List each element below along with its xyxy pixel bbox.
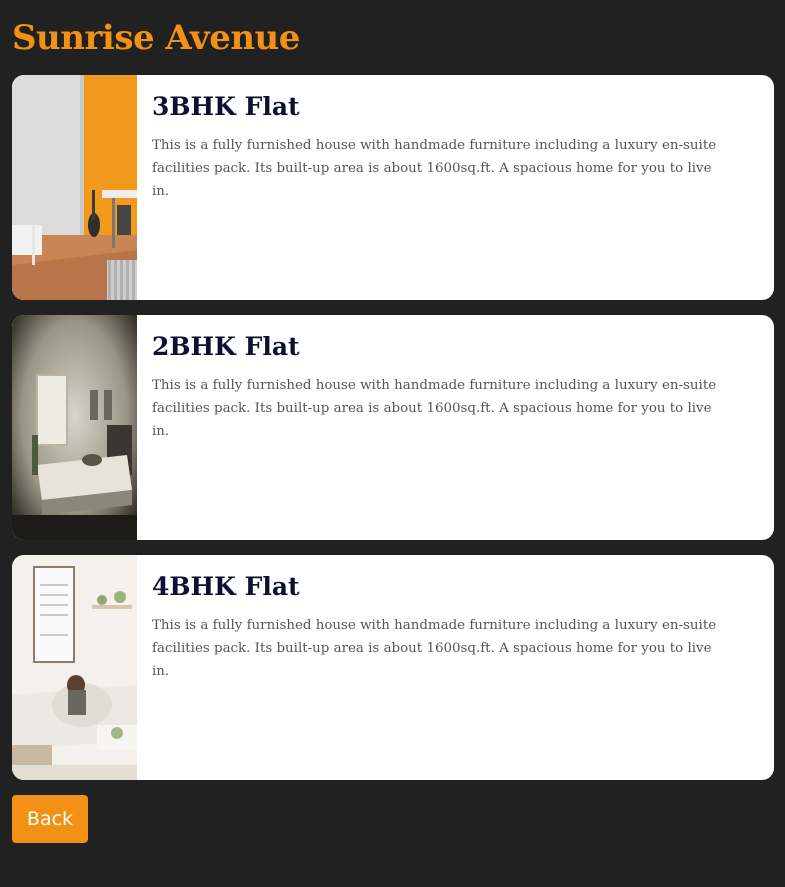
page-title: Sunrise Avenue bbox=[12, 18, 300, 58]
bedroom-photo bbox=[12, 315, 137, 540]
listing-description: This is a fully furnished house with han… bbox=[152, 138, 717, 199]
listing-card[interactable]: 3BHK Flat This is a fully furnished hous… bbox=[12, 75, 774, 300]
listing-card[interactable]: 4BHK Flat This is a fully furnished hous… bbox=[12, 555, 774, 780]
listing-description: This is a fully furnished house with han… bbox=[152, 378, 717, 439]
listing-title: 3BHK Flat bbox=[152, 92, 300, 121]
listing-description: This is a fully furnished house with han… bbox=[152, 618, 717, 679]
living-room-photo bbox=[12, 555, 137, 780]
back-button[interactable]: Back bbox=[12, 795, 88, 843]
listing-card-body: 3BHK Flat This is a fully furnished hous… bbox=[152, 89, 724, 203]
listing-card-body: 2BHK Flat This is a fully furnished hous… bbox=[152, 329, 724, 443]
listing-card[interactable]: 2BHK Flat This is a fully furnished hous… bbox=[12, 315, 774, 540]
listing-list: 3BHK Flat This is a fully furnished hous… bbox=[12, 75, 774, 795]
listing-card-body: 4BHK Flat This is a fully furnished hous… bbox=[152, 569, 724, 683]
room-with-orange-wall-photo bbox=[12, 75, 137, 300]
listing-title: 4BHK Flat bbox=[152, 572, 300, 601]
listing-title: 2BHK Flat bbox=[152, 332, 300, 361]
